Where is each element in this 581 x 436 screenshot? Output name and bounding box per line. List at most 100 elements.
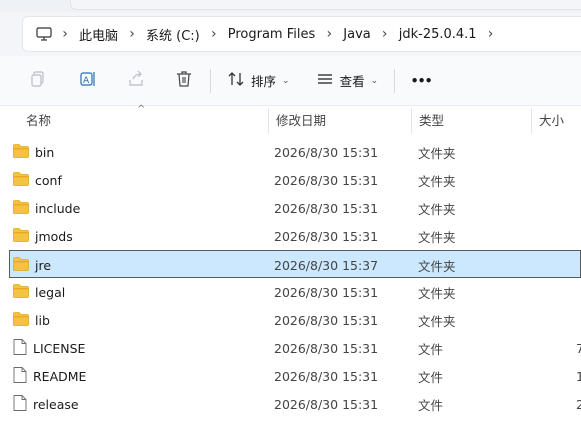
folder-icon: [13, 311, 29, 329]
breadcrumb-separator[interactable]: ›: [481, 26, 501, 42]
name-cell: include: [13, 194, 80, 222]
file-row[interactable]: bin 2026/8/30 15:31 文件夹: [0, 138, 581, 166]
name-cell: release: [13, 390, 79, 418]
file-row[interactable]: README 2026/8/30 15:31 文件 1: [0, 362, 581, 390]
column-name-label: 名称: [26, 112, 52, 128]
modified-date: 2026/8/30 15:31: [274, 228, 379, 244]
folder-icon: [13, 171, 29, 189]
file-row[interactable]: release 2026/8/30 15:31 文件 2: [0, 390, 581, 418]
view-icon: [316, 72, 334, 89]
address-bar: › 此电脑 › 系统 (C:) › Program Files › Java ›…: [0, 12, 581, 56]
name-cell: conf: [13, 166, 62, 194]
modified-date: 2026/8/30 15:31: [274, 340, 379, 356]
modified-date: 2026/8/30 15:31: [274, 144, 379, 160]
share-icon: [127, 70, 145, 91]
file-row[interactable]: legal 2026/8/30 15:31 文件夹: [0, 278, 581, 306]
toolbar-divider: [394, 68, 396, 93]
command-bar: A 排序 ⌄ 查看 ⌄ •••: [0, 56, 581, 106]
breadcrumb-java[interactable]: Java: [339, 27, 374, 42]
file-type: 文件夹: [418, 258, 456, 274]
file-type: 文件: [418, 397, 444, 413]
column-type[interactable]: 类型: [411, 106, 531, 132]
file-type: 文件夹: [418, 145, 456, 161]
modified-date: 2026/8/30 15:31: [274, 200, 379, 216]
file-name: legal: [35, 284, 66, 300]
more-icon: •••: [410, 73, 433, 88]
file-type: 文件: [418, 369, 444, 385]
svg-text:A: A: [83, 76, 90, 86]
file-type: 文件夹: [418, 229, 456, 245]
file-name: bin: [35, 144, 55, 160]
file-type: 文件夹: [418, 173, 456, 189]
file-name: README: [33, 368, 87, 384]
file-type: 文件夹: [418, 285, 456, 301]
breadcrumb-program-files[interactable]: Program Files: [224, 27, 320, 42]
name-cell: jmods: [13, 222, 73, 250]
folder-icon: [13, 227, 29, 245]
file-row[interactable]: include 2026/8/30 15:31 文件夹: [0, 194, 581, 222]
modified-date: 2026/8/30 15:31: [274, 172, 379, 188]
copy-button[interactable]: [22, 65, 54, 97]
name-cell: jre: [13, 251, 51, 279]
name-cell: LICENSE: [13, 334, 85, 362]
share-button[interactable]: [120, 65, 152, 97]
column-date[interactable]: 修改日期: [268, 106, 412, 132]
column-header: ^ 名称 修改日期 类型 大小: [0, 104, 581, 134]
breadcrumb-system-drive[interactable]: 系统 (C:): [142, 25, 204, 44]
name-cell: README: [13, 362, 86, 390]
file-icon: [13, 338, 27, 358]
breadcrumb-separator[interactable]: ›: [122, 26, 142, 42]
file-list: bin 2026/8/30 15:31 文件夹 conf 2026/8/30 1…: [0, 138, 581, 418]
file-name: conf: [35, 172, 62, 188]
window-top-strip: [0, 0, 581, 12]
file-size: 1: [576, 368, 581, 384]
name-cell: legal: [13, 278, 65, 306]
column-type-label: 类型: [419, 112, 445, 128]
name-cell: bin: [13, 138, 54, 166]
chevron-down-icon: ⌄: [282, 75, 290, 86]
file-row[interactable]: LICENSE 2026/8/30 15:31 文件 7: [0, 334, 581, 362]
computer-icon[interactable]: [33, 25, 55, 43]
file-icon: [13, 366, 27, 386]
file-row[interactable]: lib 2026/8/30 15:31 文件夹: [0, 306, 581, 334]
toolbar-divider: [210, 68, 211, 93]
file-row[interactable]: conf 2026/8/30 15:31 文件夹: [0, 166, 581, 194]
breadcrumb-this-pc[interactable]: 此电脑: [75, 25, 122, 44]
breadcrumb-separator[interactable]: ›: [204, 26, 224, 42]
more-options-button[interactable]: •••: [405, 65, 437, 97]
file-type: 文件: [418, 341, 444, 357]
file-name: LICENSE: [33, 340, 86, 356]
file-name: lib: [35, 312, 50, 328]
delete-button[interactable]: [168, 65, 200, 97]
breadcrumb-separator[interactable]: ›: [319, 26, 339, 42]
file-size: 7: [576, 340, 581, 356]
file-icon: [13, 394, 27, 414]
file-type: 文件夹: [418, 313, 456, 329]
breadcrumb-separator[interactable]: ›: [375, 26, 395, 42]
file-type: 文件夹: [418, 201, 456, 217]
breadcrumb[interactable]: › 此电脑 › 系统 (C:) › Program Files › Java ›…: [22, 16, 581, 52]
view-label: 查看: [339, 74, 365, 89]
file-row[interactable]: jmods 2026/8/30 15:31 文件夹: [0, 222, 581, 250]
column-date-label: 修改日期: [276, 112, 327, 128]
sort-icon: [227, 71, 245, 90]
column-size-label: 大小: [539, 112, 565, 128]
column-size[interactable]: 大小: [531, 106, 581, 132]
folder-icon: [13, 199, 29, 217]
file-name: include: [35, 200, 81, 216]
breadcrumb-jdk[interactable]: jdk-25.0.4.1: [395, 27, 481, 42]
column-name[interactable]: 名称: [18, 106, 268, 132]
modified-date: 2026/8/30 15:31: [274, 396, 379, 412]
tab-edge: [70, 0, 581, 10]
file-row-selected[interactable]: jre 2026/8/30 15:37 文件夹: [9, 250, 581, 278]
sort-button[interactable]: 排序 ⌄: [221, 65, 296, 97]
view-button[interactable]: 查看 ⌄: [310, 65, 385, 97]
sort-label: 排序: [251, 74, 277, 89]
file-name: jmods: [35, 228, 73, 244]
folder-icon: [13, 256, 29, 274]
rename-button[interactable]: A: [72, 65, 104, 97]
name-cell: lib: [13, 306, 50, 334]
file-name: jre: [35, 257, 52, 273]
rename-icon: A: [79, 70, 97, 91]
breadcrumb-separator[interactable]: ›: [55, 26, 75, 42]
